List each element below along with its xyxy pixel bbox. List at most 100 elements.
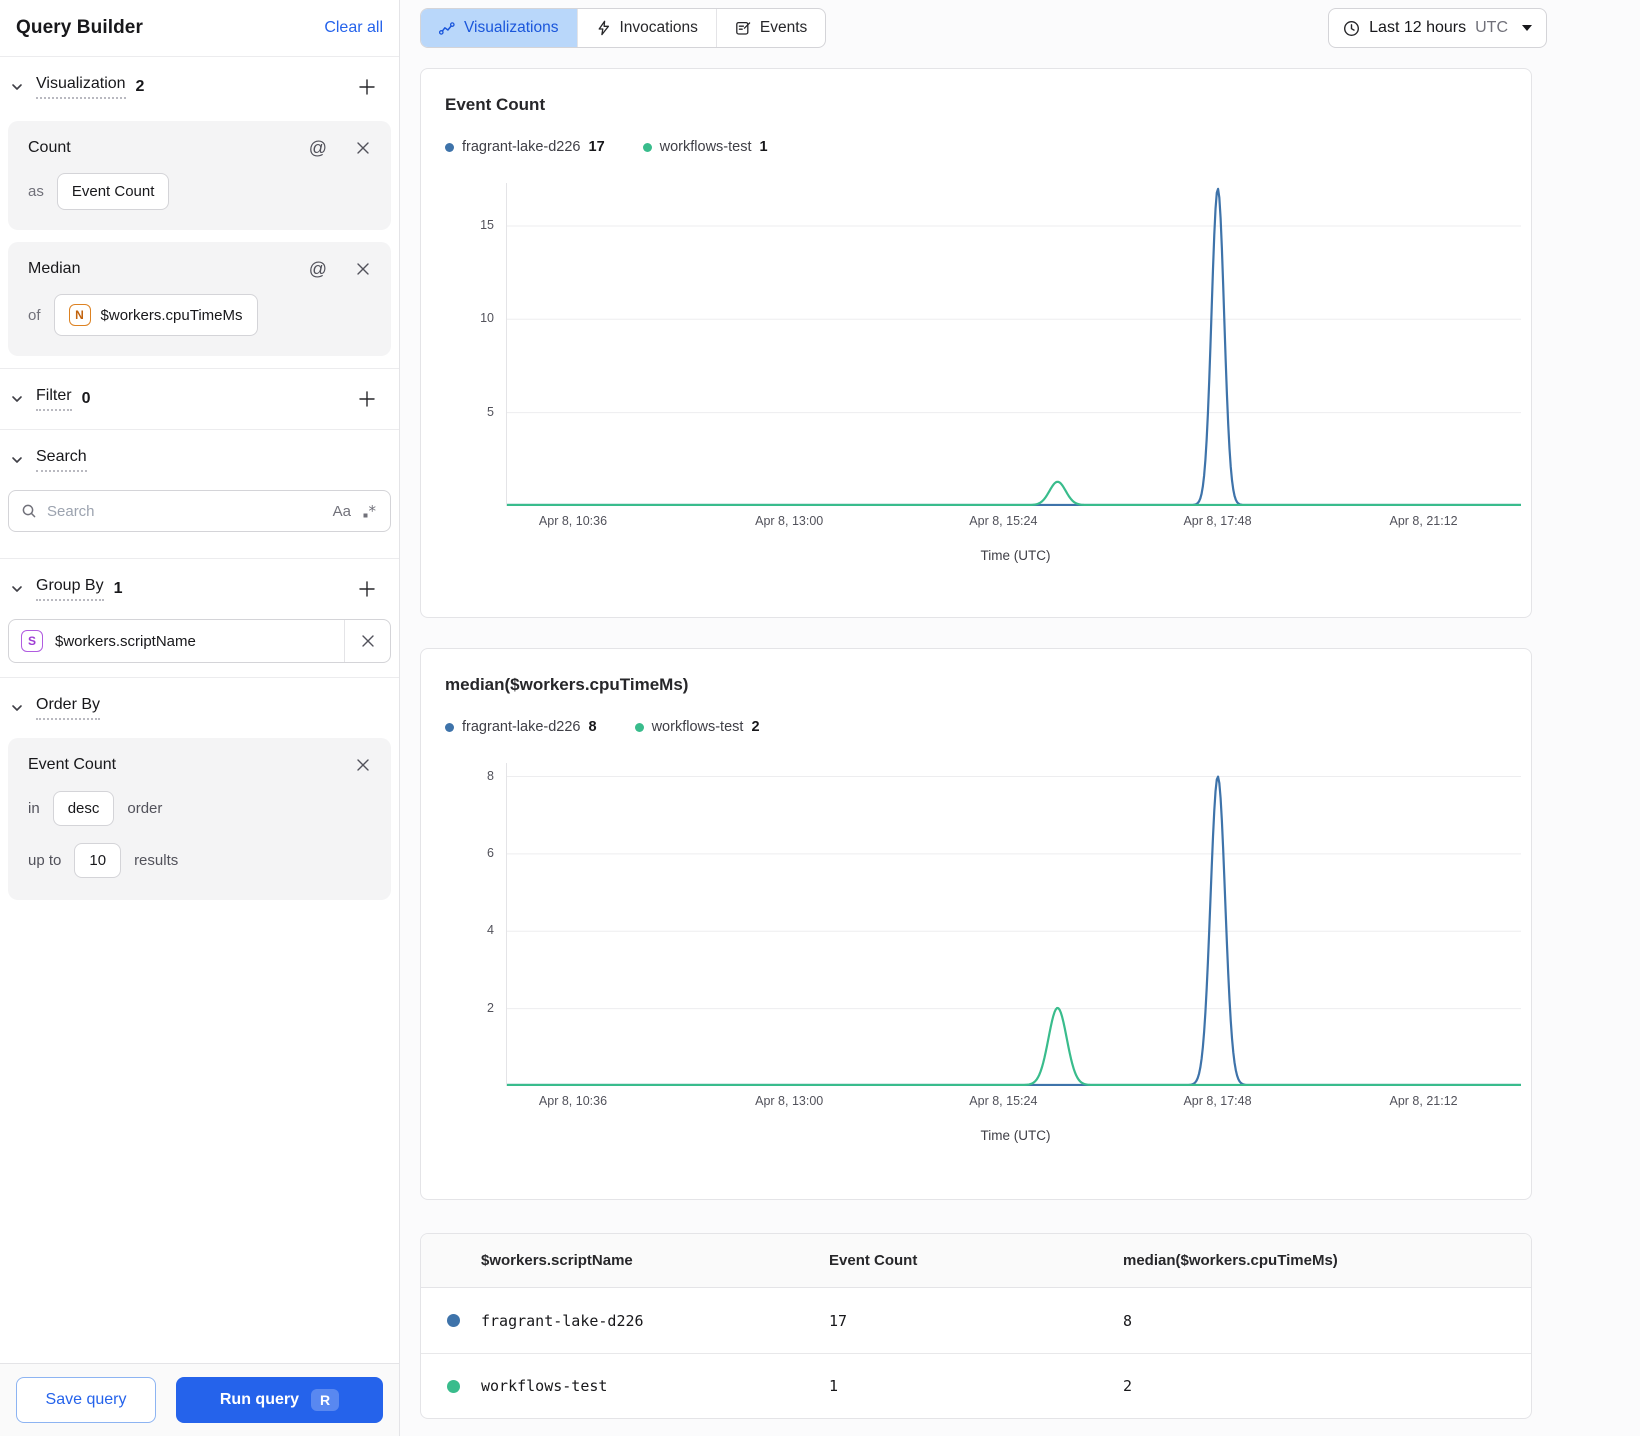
remove-group-by-button[interactable] — [344, 620, 390, 662]
timezone-label: UTC — [1475, 19, 1508, 36]
alias-value-box[interactable]: Event Count — [56, 173, 170, 210]
chevron-down-icon — [10, 392, 24, 406]
y-axis-tick-label: 6 — [487, 845, 494, 860]
chart-card-event-count: Event Count fragrant-lake-d226 17 workflow… — [420, 68, 1532, 618]
sidebar-footer: Save query Run query R — [0, 1363, 399, 1436]
add-filter-button[interactable] — [355, 387, 379, 411]
tab-invocations[interactable]: Invocations — [576, 9, 716, 47]
alias-at-icon[interactable]: @ — [309, 139, 327, 157]
section-header-group-by[interactable]: Group By 1 — [8, 559, 391, 619]
add-group-by-button[interactable] — [355, 577, 379, 601]
column-header-event-count[interactable]: Event Count — [829, 1252, 1123, 1269]
order-by-card: Event Count in desc order up to 10 resul… — [8, 738, 391, 900]
y-axis-tick-label: 2 — [487, 1000, 494, 1015]
tab-events[interactable]: Events — [715, 9, 825, 47]
section-header-search[interactable]: Search — [8, 430, 391, 490]
result-limit-input[interactable]: 10 — [74, 843, 122, 878]
x-axis-tick-label: Apr 8, 13:00 — [755, 1094, 824, 1108]
x-axis-tick-label: Apr 8, 15:24 — [969, 1094, 1038, 1108]
chart-plot[interactable] — [506, 183, 1521, 506]
table-row[interactable]: workflows-test 1 2 — [421, 1353, 1531, 1418]
remove-visualization-button[interactable] — [355, 261, 371, 277]
group-by-chip[interactable]: S $workers.scriptName — [8, 619, 391, 663]
view-tabs: Visualizations Invocations Events — [420, 8, 827, 48]
legend-series-value: 1 — [759, 139, 768, 155]
y-axis-tick-label: 8 — [487, 768, 494, 783]
cell-event-count: 17 — [829, 1311, 848, 1330]
visualization-card-median: Median @ of N $workers.cpuTimeMs — [8, 242, 391, 356]
results-table: $workers.scriptName Event Count median($… — [420, 1233, 1532, 1419]
match-case-icon[interactable]: Aa — [333, 503, 351, 520]
tab-visualizations[interactable]: Visualizations — [421, 9, 577, 47]
column-header-script-name[interactable]: $workers.scriptName — [421, 1252, 829, 1269]
section-count: 2 — [135, 78, 145, 95]
x-axis-tick-label: Apr 8, 17:48 — [1183, 1094, 1252, 1108]
legend-series-value: 8 — [588, 719, 597, 735]
app-root: Query Builder Clear all Visualization 2 … — [0, 0, 1640, 1436]
aggregation-name: Median — [28, 260, 81, 277]
time-range-picker[interactable]: Last 12 hours UTC — [1328, 8, 1547, 48]
section-count: 0 — [81, 390, 91, 407]
remove-order-by-button[interactable] — [355, 757, 371, 773]
column-header-median[interactable]: median($workers.cpuTimeMs) — [1123, 1252, 1531, 1269]
string-field-icon: S — [21, 630, 43, 652]
cell-median: 2 — [1123, 1377, 1133, 1395]
results-word: results — [134, 852, 179, 869]
group-by-field: $workers.scriptName — [55, 632, 196, 650]
field-value-box[interactable]: N $workers.cpuTimeMs — [53, 294, 258, 336]
regex-icon[interactable]: * — [361, 503, 378, 520]
table-row[interactable]: fragrant-lake-d226 17 8 — [421, 1288, 1531, 1353]
section-count: 1 — [113, 580, 123, 597]
legend-color-dot — [642, 142, 652, 152]
chart-plot[interactable] — [506, 763, 1521, 1086]
sort-direction-select[interactable]: desc — [52, 791, 115, 826]
section-header-filter[interactable]: Filter 0 — [8, 369, 391, 429]
close-icon — [357, 142, 369, 154]
order-word: order — [127, 800, 163, 817]
clear-all-button[interactable]: Clear all — [324, 19, 383, 37]
legend-item[interactable]: workflows-test 2 — [634, 719, 760, 735]
table-header: $workers.scriptName Event Count median($… — [421, 1234, 1531, 1288]
section-header-order-by[interactable]: Order By — [8, 678, 391, 738]
search-input[interactable] — [47, 502, 323, 520]
x-axis-tick-label: Apr 8, 13:00 — [755, 514, 824, 528]
add-visualization-button[interactable] — [355, 75, 379, 99]
section-label: Group By — [36, 577, 104, 601]
y-axis: 5 10 15 — [445, 183, 506, 506]
x-axis: Apr 8, 10:36 Apr 8, 13:00 Apr 8, 15:24 Apr … — [506, 514, 1521, 532]
tab-label: Invocations — [619, 19, 698, 36]
legend-series-name: workflows-test — [659, 139, 752, 155]
visualization-card-count: Count @ as Event Count — [8, 121, 391, 230]
aggregation-name: Count — [28, 139, 71, 156]
legend-item[interactable]: fragrant-lake-d226 8 — [445, 719, 597, 735]
legend-color-dot — [445, 142, 454, 152]
chart-card-median-cputime: median($workers.cpuTimeMs) fragrant-lake… — [420, 648, 1532, 1200]
legend-item[interactable]: workflows-test 1 — [642, 139, 768, 155]
remove-visualization-button[interactable] — [355, 140, 371, 156]
plus-icon — [359, 391, 375, 407]
legend-item[interactable]: fragrant-lake-d226 17 — [445, 139, 605, 155]
run-query-button[interactable]: Run query R — [176, 1377, 383, 1423]
chevron-down-icon — [10, 453, 24, 467]
section-label: Search — [36, 448, 87, 472]
numeric-field-icon: N — [68, 304, 91, 326]
search-box: Aa * — [8, 490, 391, 532]
chevron-down-icon — [10, 582, 24, 596]
table-body: fragrant-lake-d226 17 8 workflows-test 1 2 — [421, 1288, 1531, 1418]
save-query-button[interactable]: Save query — [16, 1377, 156, 1423]
cell-script-name: workflows-test — [481, 1377, 608, 1395]
chart-title: Event Count — [445, 95, 546, 114]
legend-series-value: 17 — [588, 139, 605, 155]
svg-text:*: * — [369, 503, 377, 520]
legend-series-name: fragrant-lake-d226 — [462, 139, 581, 155]
clock-icon — [1344, 20, 1360, 36]
x-axis-tick-label: Apr 8, 10:36 — [538, 514, 608, 528]
close-icon — [357, 759, 369, 771]
tab-label: Visualizations — [464, 19, 559, 36]
field-name: $workers.cpuTimeMs — [100, 306, 243, 324]
alias-at-icon[interactable]: @ — [309, 260, 327, 278]
line-chart-icon — [439, 21, 455, 35]
chevron-down-icon — [10, 80, 24, 94]
x-axis-tick-label: Apr 8, 21:12 — [1389, 514, 1458, 528]
section-header-visualization[interactable]: Visualization 2 — [8, 57, 391, 117]
